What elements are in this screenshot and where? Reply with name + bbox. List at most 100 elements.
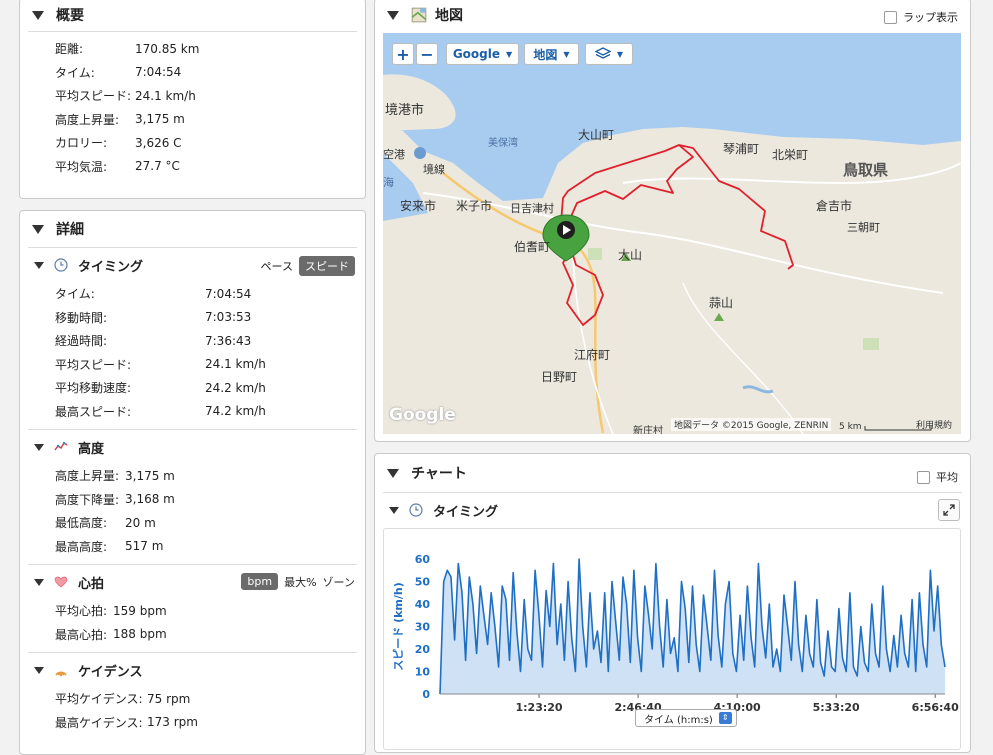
max-percent-option[interactable]: 最大%: [284, 574, 316, 590]
row-value: 3,626 C: [135, 135, 182, 150]
scale-label: 5 km: [839, 422, 862, 432]
row-label: タイム:: [55, 65, 95, 80]
map-icon: [411, 7, 427, 23]
layers-button[interactable]: ▼: [585, 43, 633, 65]
terms-link[interactable]: 利用規約: [916, 418, 952, 431]
row-label: 高度上昇量:: [55, 112, 120, 127]
row-value: 20 m: [125, 515, 156, 530]
map-header[interactable]: 地図: [375, 0, 970, 31]
row-label: 最低高度:: [55, 516, 108, 531]
row-value: 75 rpm: [147, 691, 191, 706]
speed-option[interactable]: スピード: [299, 256, 355, 276]
row-value: 7:36:43: [205, 333, 252, 348]
chevron-down-icon: ▼: [563, 49, 570, 59]
place-label: 江府町: [574, 348, 611, 362]
timing-title: タイミング: [78, 259, 144, 275]
place-label: 鳥取県: [843, 161, 889, 179]
details-header[interactable]: 詳細: [20, 211, 365, 247]
row-label: 移動時間:: [55, 310, 108, 325]
cadence-list: 平均ケイデンス: 75 rpm 最高ケイデンス: 173 rpm: [20, 687, 365, 734]
collapse-triangle-icon[interactable]: [34, 578, 44, 586]
expand-button[interactable]: [938, 499, 960, 521]
zone-option[interactable]: ゾーン: [323, 574, 355, 590]
map-title: 地図: [435, 8, 463, 24]
elevation-section-header[interactable]: 高度: [20, 430, 365, 464]
row-label: 高度上昇量:: [55, 469, 120, 484]
collapse-triangle-icon[interactable]: [387, 10, 399, 20]
row-value: 24.1 km/h: [205, 357, 266, 372]
elevation-list: 高度上昇量: 3,175 m 高度下降量: 3,168 m 最低高度: 20 m 最高…: [20, 464, 365, 564]
y-axis-label: スピード (km/h): [392, 582, 405, 671]
lap-display-toggle[interactable]: ラップ表示: [884, 9, 958, 25]
heart-rate-section-header[interactable]: 心拍 bpm 最大% ゾーン: [20, 565, 365, 599]
timing-row: 移動時間: 7:03:53: [55, 306, 365, 330]
chevron-down-icon: ▼: [506, 49, 513, 59]
collapse-triangle-icon[interactable]: [32, 10, 44, 20]
map-view[interactable]: + − Google ▼ 地図 ▼ ▼ 境港市 大山町 琴浦町 北栄町 鳥取県 美保…: [383, 33, 961, 434]
collapse-triangle-icon[interactable]: [387, 468, 399, 478]
row-value: 27.7 °C: [135, 159, 180, 174]
row-value: 3,175 m: [125, 468, 175, 483]
lap-display-checkbox[interactable]: [884, 10, 897, 24]
row-label: 平均ケイデンス:: [55, 692, 143, 707]
elevation-row: 最高高度: 517 m: [55, 535, 365, 559]
heart-rate-row: 最高心拍: 188 bpm: [55, 623, 365, 647]
pace-option[interactable]: ペース: [261, 258, 293, 274]
pace-speed-toggle[interactable]: ペース スピード: [261, 256, 355, 276]
park: [588, 248, 602, 260]
x-axis-select[interactable]: タイム (h:m:s) ⇕: [635, 709, 737, 727]
average-checkbox[interactable]: [917, 470, 930, 484]
y-tick-label: 10: [415, 666, 431, 679]
airport-icon: [414, 147, 426, 159]
zoom-in-button[interactable]: +: [392, 43, 414, 65]
place-label: 三朝町: [847, 221, 880, 234]
place-label: 米子市: [456, 199, 493, 213]
timing-chart-header[interactable]: タイミング: [375, 493, 970, 527]
average-toggle[interactable]: 平均: [917, 469, 958, 485]
row-label: 最高心拍:: [55, 627, 108, 642]
updown-icon: ⇕: [718, 712, 732, 724]
summary-header[interactable]: 概要: [20, 0, 365, 31]
timing-section-header[interactable]: タイミング ペース スピード: [20, 248, 365, 282]
details-panel: 詳細 タイミング ペース スピード タイム: 7:04:54 移動時間: 7:03:…: [19, 210, 366, 755]
row-value: 159 bpm: [113, 603, 167, 618]
y-tick-label: 20: [415, 643, 431, 656]
row-value: 188 bpm: [113, 627, 167, 642]
provider-select[interactable]: Google ▼: [446, 43, 519, 65]
park: [863, 338, 879, 350]
collapse-triangle-icon[interactable]: [34, 261, 44, 269]
row-label: 平均気温:: [55, 159, 108, 174]
google-logo: Google: [389, 405, 456, 425]
row-label: 平均スピード:: [55, 357, 132, 372]
timing-chart-title: タイミング: [433, 504, 499, 520]
collapse-triangle-icon[interactable]: [34, 666, 44, 674]
cadence-section-header[interactable]: ケイデンス: [20, 653, 365, 687]
details-title: 詳細: [56, 222, 84, 238]
cadence-row: 最高ケイデンス: 173 rpm: [55, 711, 365, 735]
map-attribution: 地図データ ©2015 Google, ZENRIN: [671, 418, 832, 431]
y-tick-label: 60: [415, 553, 431, 566]
row-value: 3,175 m: [135, 112, 185, 127]
row-label: 最高高度:: [55, 539, 108, 554]
zoom-out-button[interactable]: −: [416, 43, 438, 65]
summary-row: タイム: 7:04:54: [55, 61, 365, 85]
chart-header[interactable]: チャート: [375, 454, 970, 492]
collapse-triangle-icon[interactable]: [34, 443, 44, 451]
place-label: 美保湾: [488, 138, 518, 149]
collapse-triangle-icon[interactable]: [389, 506, 399, 514]
collapse-triangle-icon[interactable]: [32, 224, 44, 234]
place-label: 琴浦町: [723, 142, 760, 156]
summary-row: 平均スピード: 24.1 km/h: [55, 84, 365, 108]
row-label: 平均移動速度:: [55, 381, 132, 396]
elevation-icon: [54, 441, 68, 451]
row-value: 74.2 km/h: [205, 404, 266, 419]
heart-rate-unit-toggle[interactable]: bpm 最大% ゾーン: [241, 573, 355, 590]
row-value: 173 rpm: [147, 715, 198, 730]
bpm-option[interactable]: bpm: [241, 573, 279, 590]
map-type-select[interactable]: 地図 ▼: [524, 43, 579, 65]
row-label: 最高スピード:: [55, 404, 132, 419]
x-tick-label: 1:23:20: [516, 701, 563, 714]
y-tick-label: 30: [415, 621, 431, 634]
elevation-row: 最低高度: 20 m: [55, 511, 365, 535]
timing-list: タイム: 7:04:54 移動時間: 7:03:53 経過時間: 7:36:43 平均…: [20, 282, 365, 429]
